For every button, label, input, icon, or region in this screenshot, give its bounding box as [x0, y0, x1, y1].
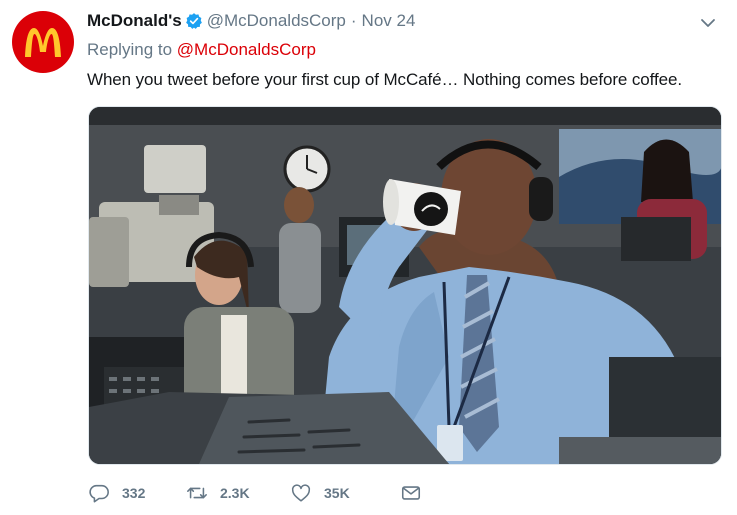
replying-to: Replying to @McDonaldsCorp [87, 40, 316, 60]
direct-message-action[interactable] [400, 481, 422, 505]
mcdonalds-logo [25, 28, 61, 57]
media-illustration [89, 107, 721, 464]
like-count: 35K [324, 485, 350, 501]
display-name[interactable]: McDonald's [87, 11, 182, 31]
timestamp[interactable]: Nov 24 [362, 11, 416, 31]
reply-icon [89, 484, 109, 503]
heart-icon [291, 484, 311, 502]
separator: · [350, 11, 357, 30]
chevron-down-icon[interactable] [699, 14, 717, 32]
retweet-count: 2.3K [220, 485, 250, 501]
retweet-icon [187, 487, 207, 499]
tweet-header: McDonald's @McDonaldsCorp · Nov 24 [87, 10, 415, 32]
verified-badge-icon [185, 13, 202, 29]
tweet-actions: 332 2.3K 35K [88, 481, 422, 505]
avatar[interactable] [12, 11, 74, 73]
like-action[interactable]: 35K [290, 481, 400, 505]
reply-count: 332 [122, 485, 146, 501]
tweet-media-image[interactable] [88, 106, 722, 465]
tweet-card[interactable]: McDonald's @McDonaldsCorp · Nov 24 Reply… [0, 0, 737, 515]
envelope-icon [401, 486, 421, 500]
handle[interactable]: @McDonaldsCorp [207, 11, 346, 31]
retweet-action[interactable]: 2.3K [186, 481, 290, 505]
replying-to-link[interactable]: @McDonaldsCorp [177, 40, 316, 59]
replying-prefix: Replying to [87, 40, 173, 59]
reply-action[interactable]: 332 [88, 481, 186, 505]
tweet-text: When you tweet before your first cup of … [87, 70, 682, 89]
